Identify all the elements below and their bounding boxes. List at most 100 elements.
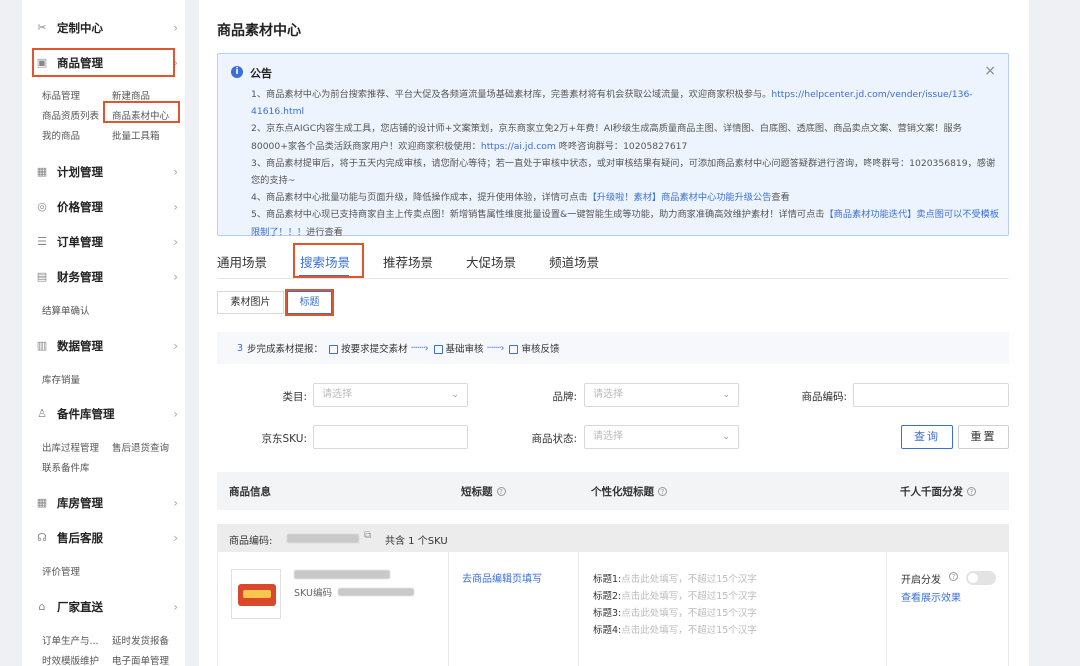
tab-promotion[interactable]: 大促场景 xyxy=(466,246,516,278)
reset-button[interactable]: 重置 xyxy=(958,425,1009,449)
sidebar-item-standard-products[interactable]: 标品管理 xyxy=(42,88,80,102)
header-distribution: 千人千面分发? xyxy=(900,484,976,499)
sidebar-item-return-query[interactable]: 售后退货查询 xyxy=(112,440,169,454)
sidebar-item-reviews[interactable]: 评价管理 xyxy=(42,564,80,578)
subtitle-2-field[interactable]: 标题2:点击此处填写，不超过15个汉字 xyxy=(593,588,757,602)
segment-material-images[interactable]: 素材图片 xyxy=(217,291,284,314)
chevron-right-icon: › xyxy=(173,270,178,284)
notice-link-upgrade[interactable]: 【升级啦！素材】商品素材中心功能升级公告 xyxy=(588,192,772,203)
subtitle-3-field[interactable]: 标题3:点击此处填写，不超过15个汉字 xyxy=(593,605,757,619)
sku-input[interactable] xyxy=(313,425,468,449)
help-icon[interactable]: ? xyxy=(496,487,506,496)
product-code-input[interactable] xyxy=(853,383,1009,407)
close-icon[interactable]: × xyxy=(984,63,996,79)
brand-label: 品牌: xyxy=(552,391,577,403)
review-icon xyxy=(433,344,443,354)
sidebar-item-delay-report[interactable]: 延时发货报备 xyxy=(112,633,169,647)
scissors-icon: ✂ xyxy=(37,21,47,34)
table-row: SKU编码 去商品编辑页填写 标题1:点击此处填写，不超过15个汉字 标题2:点… xyxy=(217,552,1009,666)
subtitle-1-field[interactable]: 标题1:点击此处填写，不超过15个汉字 xyxy=(593,571,757,585)
help-icon[interactable]: ? xyxy=(967,487,976,496)
highlight-box-title-segment xyxy=(285,289,334,316)
table-header: 商品信息 短标题? 个性化短标题? 千人千面分发? xyxy=(217,472,1009,510)
sidebar-section-warehouse-management[interactable]: ▦ 库房管理 › xyxy=(36,491,178,515)
tab-general[interactable]: 通用场景 xyxy=(217,246,267,278)
notice-line-4: 4、商品素材中心批量功能与页面升级，降低操作成本，提升使用体验，详情可点击【升级… xyxy=(251,192,790,204)
chart-icon: ▥ xyxy=(36,339,48,352)
chevron-right-icon: › xyxy=(173,165,178,179)
sidebar-item-batch-tools[interactable]: 批量工具箱 xyxy=(112,128,160,142)
notice-panel: i 公告 × 1、商品素材中心为前台搜索推荐、平台大促及各频道流量场基础素材库，… xyxy=(217,53,1009,238)
blurred-sku-code xyxy=(338,588,414,596)
sidebar-section-order-management[interactable]: ☰ 订单管理 › xyxy=(36,230,178,254)
wallet-icon: ▤ xyxy=(36,270,48,283)
edit-page-link[interactable]: 去商品编辑页填写 xyxy=(462,570,542,585)
copy-icon[interactable]: ⧉ xyxy=(364,530,371,541)
distribution-toggle[interactable] xyxy=(966,571,996,585)
sidebar-section-finance-management[interactable]: ▤ 财务管理 › xyxy=(36,265,178,289)
category-select[interactable]: 请选择 ⌄ xyxy=(313,383,468,407)
chevron-right-icon: › xyxy=(173,339,178,353)
grid-icon: ▦ xyxy=(36,165,48,178)
sidebar-item-new-product[interactable]: 新建商品 xyxy=(112,88,150,102)
chevron-right-icon: › xyxy=(173,496,178,510)
sidebar-section-custom-center[interactable]: ✂ 定制中心 › xyxy=(36,16,178,40)
help-icon[interactable]: ? xyxy=(658,487,667,496)
blurred-product-code xyxy=(287,534,359,543)
list-icon: ☰ xyxy=(37,235,47,248)
view-effect-link[interactable]: 查看展示效果 xyxy=(901,589,961,604)
tab-channel[interactable]: 频道场景 xyxy=(549,246,599,278)
sidebar-section-price-management[interactable]: ◎ 价格管理 › xyxy=(36,195,178,219)
sidebar: ✂ 定制中心 › ▣ 商品管理 › 标品管理 新建商品 商品资质列表 商品素材中… xyxy=(22,0,185,666)
sidebar-section-after-sales[interactable]: ☊ 售后客服 › xyxy=(36,526,178,550)
subtitle-4-field[interactable]: 标题4:点击此处填写，不超过15个汉字 xyxy=(593,622,757,636)
sidebar-section-data-management[interactable]: ▥ 数据管理 › xyxy=(36,334,178,358)
notice-line-5: 5、商品素材中心现已支持商家自主上传卖点图！新增销售属性维度批量设置&一键智能生… xyxy=(251,209,1000,238)
sidebar-section-plan-management[interactable]: ▦ 计划管理 › xyxy=(36,160,178,184)
chevron-down-icon: ⌄ xyxy=(722,390,730,400)
status-select[interactable]: 请选择 ⌄ xyxy=(584,425,739,449)
sidebar-item-product-qualifications[interactable]: 商品资质列表 xyxy=(42,108,99,122)
sidebar-item-order-production[interactable]: 订单生产与... xyxy=(42,633,99,647)
page-title: 商品素材中心 xyxy=(217,23,301,39)
help-icon[interactable]: ? xyxy=(949,572,958,581)
highlight-box-product-management xyxy=(32,48,175,77)
sidebar-item-settlement-confirm[interactable]: 结算单确认 xyxy=(42,303,90,317)
sidebar-item-waybill-management[interactable]: 电子面单管理 xyxy=(112,653,169,666)
notice-link-ai[interactable]: https://ai.jd.com xyxy=(481,141,556,152)
tabs-divider xyxy=(217,278,1009,279)
notice-title: 公告 xyxy=(250,67,272,80)
sidebar-section-parts-management[interactable]: ♙ 备件库管理 › xyxy=(36,402,178,426)
sidebar-section-direct-delivery[interactable]: ⌂ 厂家直送 › xyxy=(36,595,179,619)
chevron-right-icon: › xyxy=(173,21,178,35)
sidebar-item-outbound-process[interactable]: 出库过程管理 xyxy=(42,440,99,454)
header-personalized-title: 个性化短标题? xyxy=(591,484,667,499)
chevron-right-icon: › xyxy=(173,531,178,545)
sidebar-item-contact-parts[interactable]: 联系备件库 xyxy=(42,460,90,474)
notice-line-1: 1、商品素材中心为前台搜索推荐、平台大促及各频道流量场基础素材库，完善素材将有机… xyxy=(251,89,973,118)
notice-line-2: 2、京东点AIGC内容生成工具，您店铺的设计师+文案策划，京东商家立免2万+年费… xyxy=(251,123,962,152)
product-group-row: 商品编码: ⧉ 共含 1 个SKU xyxy=(217,524,1009,552)
highlight-box-material-center xyxy=(103,101,180,123)
chevron-right-icon: › xyxy=(173,235,178,249)
query-button[interactable]: 查询 xyxy=(901,425,953,449)
sidebar-item-timeliness-template[interactable]: 时效模版维护 xyxy=(42,653,99,666)
sidebar-item-inventory-sales[interactable]: 库存销量 xyxy=(42,372,80,386)
chevron-right-icon: › xyxy=(173,407,178,421)
feedback-icon xyxy=(509,344,519,354)
brand-select[interactable]: 请选择 ⌄ xyxy=(584,383,739,407)
sidebar-item-my-products[interactable]: 我的商品 xyxy=(42,128,80,142)
chevron-down-icon: ⌄ xyxy=(722,432,730,442)
headset-icon: ☊ xyxy=(37,531,47,544)
highlight-box-search-tab xyxy=(293,243,364,278)
notice-line-3: 3、商品素材提审后，将于五天内完成审核，请您耐心等待；若一直处于审核中状态，或对… xyxy=(251,157,996,187)
tab-recommend[interactable]: 推荐场景 xyxy=(383,246,433,278)
grid-icon: ▦ xyxy=(36,496,48,509)
people-icon: ♙ xyxy=(37,407,47,420)
upload-icon xyxy=(329,344,339,354)
scene-tabs: 通用场景 搜索场景 推荐场景 大促场景 频道场景 xyxy=(217,246,632,278)
header-short-title: 短标题? xyxy=(461,484,506,499)
product-thumbnail xyxy=(231,569,281,619)
header-product-info: 商品信息 xyxy=(229,486,271,498)
steps-banner: 3 步完成素材提报： 按要求提交素材 ·······› 基础审核 ·······… xyxy=(217,332,1009,364)
